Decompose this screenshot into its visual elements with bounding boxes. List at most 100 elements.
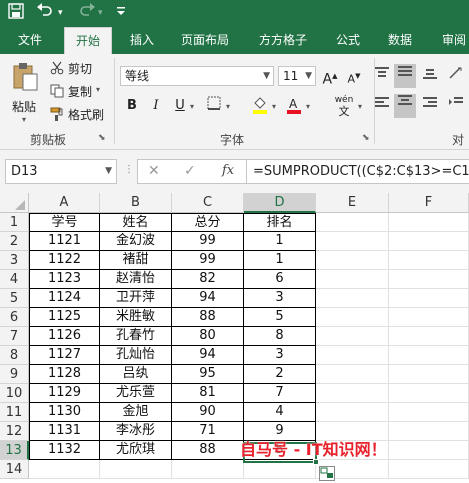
table-header-cell[interactable]: 排名 <box>244 213 316 232</box>
row-header[interactable]: 7 <box>0 327 29 346</box>
column-header-d[interactable]: D <box>244 193 316 213</box>
table-cell[interactable]: 1124 <box>29 289 100 308</box>
insert-function-icon[interactable]: fx <box>222 163 234 178</box>
row-header[interactable]: 4 <box>0 270 29 289</box>
table-cell[interactable]: 1132 <box>29 441 100 460</box>
column-header-c[interactable]: C <box>172 193 244 213</box>
table-cell[interactable]: 80 <box>172 327 244 346</box>
empty-cell[interactable] <box>316 213 389 232</box>
table-cell[interactable]: 3 <box>244 289 316 308</box>
table-cell[interactable]: 94 <box>172 346 244 365</box>
empty-cell[interactable] <box>316 327 389 346</box>
table-cell[interactable]: 2 <box>244 365 316 384</box>
table-cell[interactable]: 褚甜 <box>100 251 172 270</box>
redo-icon[interactable] <box>78 3 96 23</box>
empty-cell[interactable] <box>316 289 389 308</box>
table-cell[interactable]: 米胜敏 <box>100 308 172 327</box>
save-icon[interactable] <box>8 3 24 23</box>
table-cell[interactable]: 1 <box>244 251 316 270</box>
tab-insert[interactable]: 插入 <box>120 27 164 54</box>
column-header-a[interactable]: A <box>29 193 100 213</box>
cut-button[interactable]: 剪切 <box>50 60 98 78</box>
formula-input[interactable]: =SUMPRODUCT((C$2:C$13>=C13)/COUNTIF(C$2:… <box>247 159 469 184</box>
tab-page-layout[interactable]: 页面布局 <box>172 27 238 54</box>
font-size-combo[interactable]: 11 ▼ <box>278 66 316 86</box>
shrink-font-button[interactable]: A▼ <box>344 66 364 86</box>
table-cell[interactable]: 8 <box>244 327 316 346</box>
empty-cell[interactable] <box>389 308 469 327</box>
tab-fangfang[interactable]: 方方格子 <box>250 27 316 54</box>
empty-cell[interactable] <box>316 384 389 403</box>
table-cell[interactable]: 1 <box>244 232 316 251</box>
table-cell[interactable]: 4 <box>244 403 316 422</box>
enter-icon[interactable]: ✓ <box>184 163 196 179</box>
worksheet-grid[interactable]: A B C D E F 1 2 3 4 5 6 7 8 9 10 11 12 13 14 学号 姓名 总分 排名… <box>0 193 469 483</box>
indent-button[interactable] <box>446 96 466 116</box>
empty-cell[interactable] <box>389 327 469 346</box>
table-cell[interactable]: 88 <box>172 308 244 327</box>
name-box[interactable]: D13 ▼ <box>5 159 117 184</box>
clipboard-launcher-icon[interactable]: ⬊ <box>98 133 106 143</box>
empty-cell[interactable] <box>316 308 389 327</box>
empty-cell[interactable] <box>316 346 389 365</box>
table-cell[interactable]: 1125 <box>29 308 100 327</box>
table-cell[interactable]: 吕纨 <box>100 365 172 384</box>
font-launcher-icon[interactable]: ⬊ <box>362 133 370 143</box>
empty-cell[interactable] <box>389 384 469 403</box>
table-cell[interactable]: 1129 <box>29 384 100 403</box>
empty-cell[interactable] <box>172 460 244 479</box>
table-header-cell[interactable]: 总分 <box>172 213 244 232</box>
table-cell[interactable]: 95 <box>172 365 244 384</box>
empty-cell[interactable] <box>316 403 389 422</box>
empty-cell[interactable] <box>316 232 389 251</box>
empty-cell[interactable] <box>389 270 469 289</box>
table-header-cell[interactable]: 学号 <box>29 213 100 232</box>
format-painter-button[interactable]: 格式刷 <box>50 106 108 124</box>
phonetic-dropdown-icon[interactable]: ▾ <box>358 102 362 111</box>
tab-review[interactable]: 审阅 <box>432 27 469 54</box>
table-cell[interactable]: 99 <box>172 232 244 251</box>
row-header[interactable]: 12 <box>0 422 29 441</box>
table-cell[interactable]: 71 <box>172 422 244 441</box>
table-cell[interactable]: 1131 <box>29 422 100 441</box>
column-header-e[interactable]: E <box>316 193 389 213</box>
align-top-button[interactable] <box>372 66 392 86</box>
table-cell[interactable]: 1123 <box>29 270 100 289</box>
copy-button[interactable]: 复制 ▾ <box>50 83 106 101</box>
column-header-f[interactable]: F <box>389 193 469 213</box>
empty-cell[interactable] <box>389 460 469 479</box>
empty-cell[interactable] <box>389 213 469 232</box>
table-cell[interactable]: 81 <box>172 384 244 403</box>
table-cell[interactable]: 6 <box>244 270 316 289</box>
align-middle-button[interactable] <box>394 64 416 88</box>
undo-dropdown-icon[interactable]: ▾ <box>58 8 63 18</box>
phonetic-button[interactable]: wén 文 <box>330 94 358 118</box>
empty-cell[interactable] <box>316 270 389 289</box>
row-header[interactable]: 3 <box>0 251 29 270</box>
table-cell[interactable]: 82 <box>172 270 244 289</box>
table-cell[interactable]: 7 <box>244 384 316 403</box>
empty-cell[interactable] <box>389 289 469 308</box>
table-cell[interactable]: 1122 <box>29 251 100 270</box>
empty-cell[interactable] <box>389 251 469 270</box>
empty-cell[interactable] <box>389 403 469 422</box>
row-header[interactable]: 14 <box>0 460 29 479</box>
borders-dropdown-icon[interactable]: ▾ <box>226 102 230 111</box>
table-cell[interactable]: 3 <box>244 346 316 365</box>
table-cell[interactable]: 1126 <box>29 327 100 346</box>
resize-dots-icon[interactable]: ⋮ <box>124 164 134 175</box>
empty-cell[interactable] <box>29 460 100 479</box>
row-header[interactable]: 9 <box>0 365 29 384</box>
bold-button[interactable]: B <box>122 96 142 116</box>
align-left-button[interactable] <box>372 96 392 116</box>
table-cell[interactable]: 卫开萍 <box>100 289 172 308</box>
table-cell[interactable]: 赵清怡 <box>100 270 172 289</box>
customize-icon[interactable] <box>116 6 126 19</box>
align-right-button[interactable] <box>420 96 440 116</box>
table-cell[interactable]: 88 <box>172 441 244 460</box>
empty-cell[interactable] <box>389 422 469 441</box>
tab-data[interactable]: 数据 <box>378 27 422 54</box>
align-bottom-button[interactable] <box>420 66 440 86</box>
empty-cell[interactable] <box>389 441 469 460</box>
table-cell[interactable]: 金旭 <box>100 403 172 422</box>
